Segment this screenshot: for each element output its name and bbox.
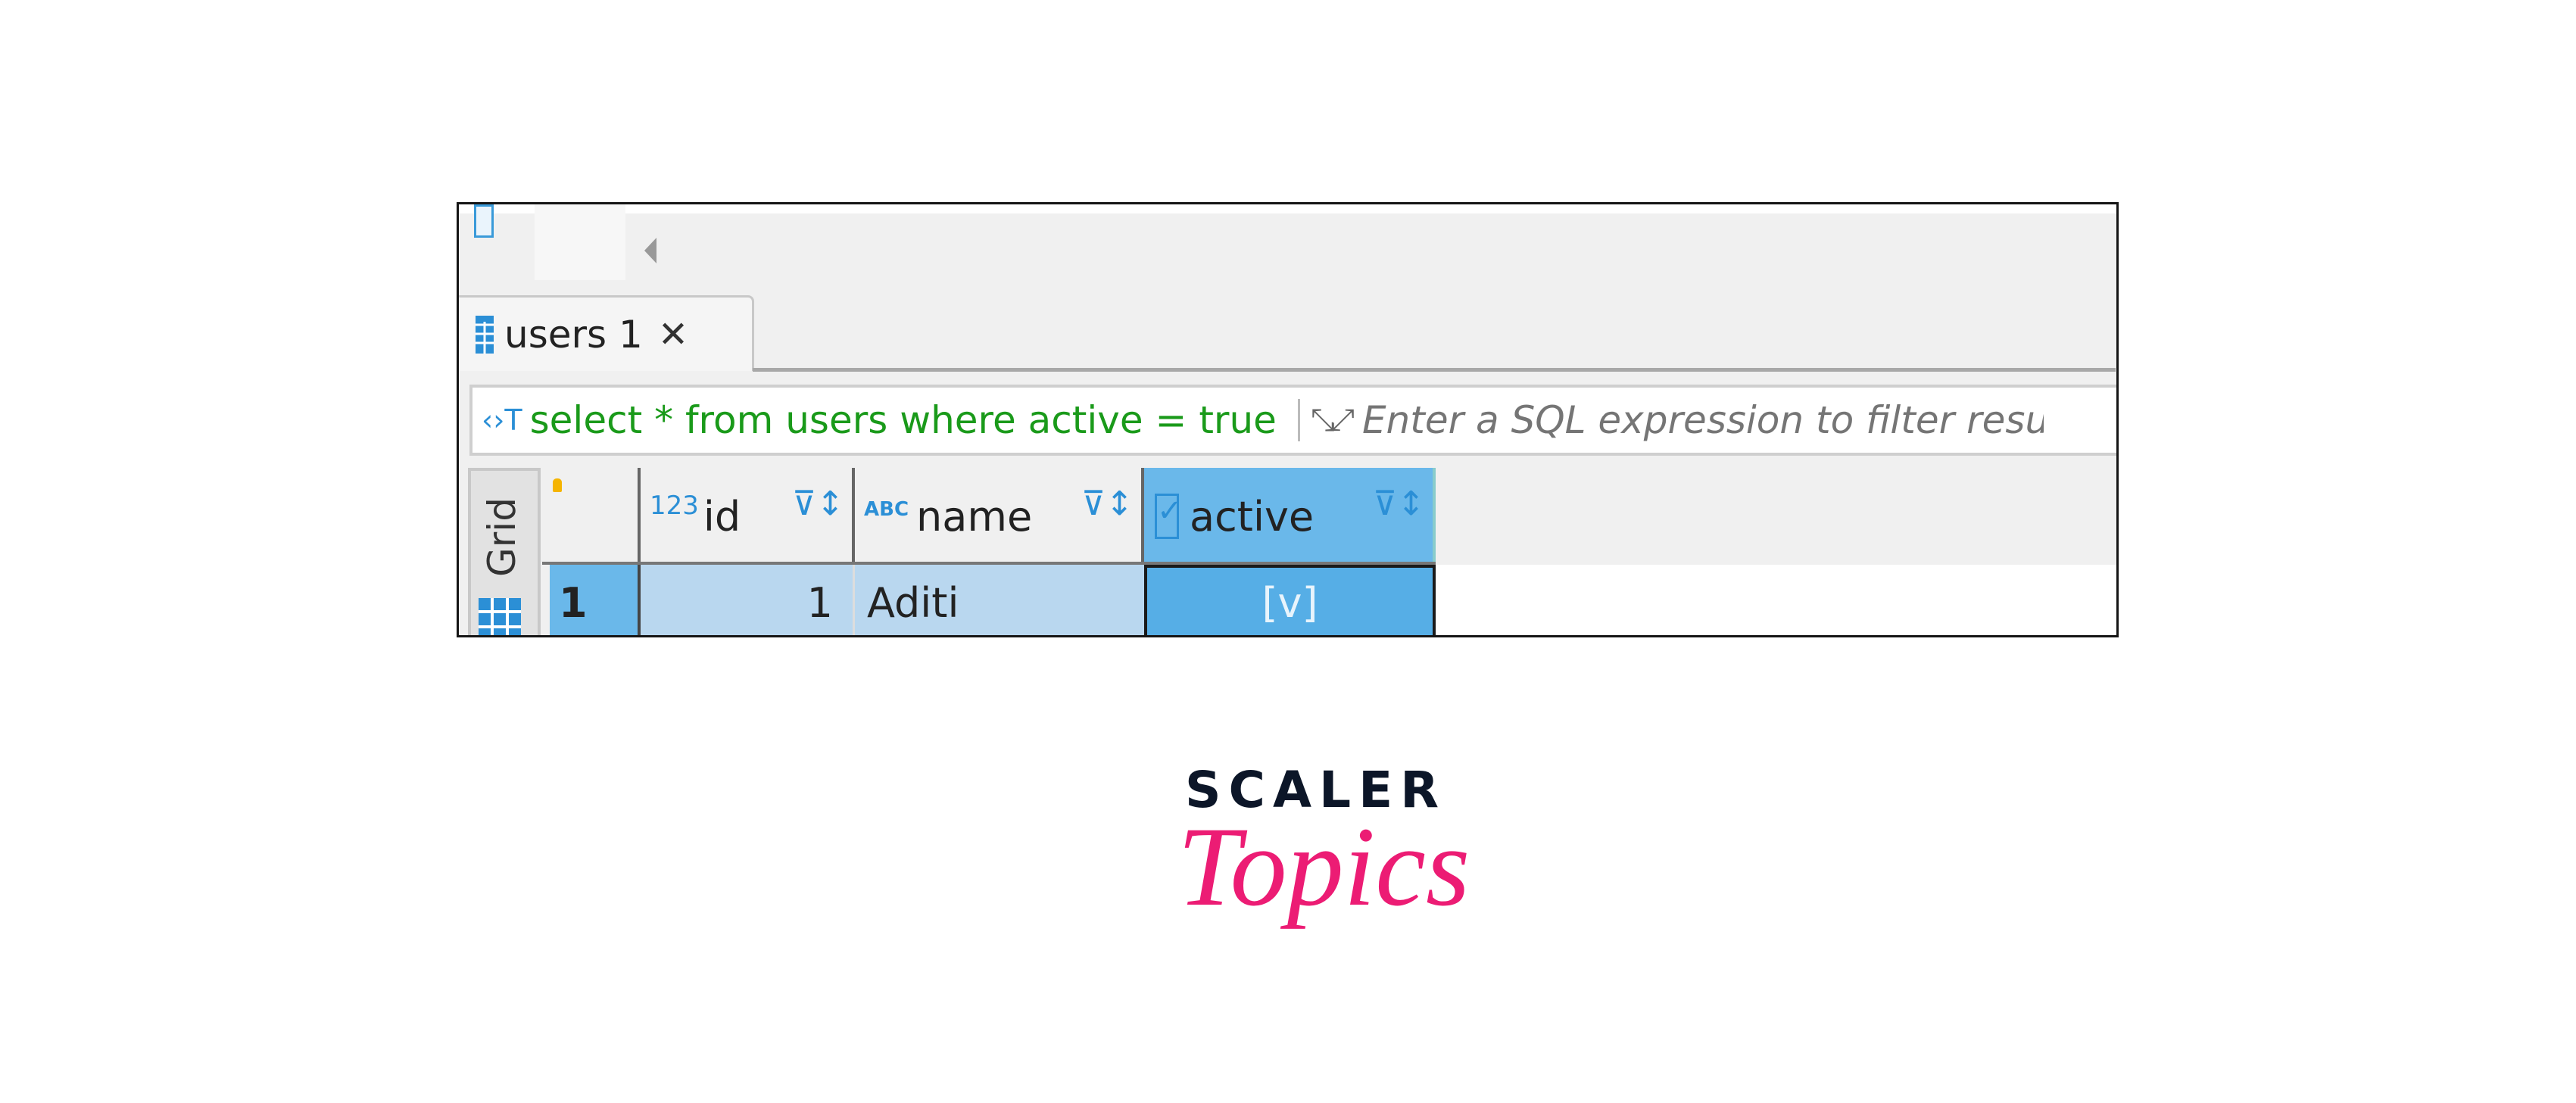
filter-sort-icon[interactable]: ⊽↕ [1081,485,1134,523]
cell-name[interactable]: Aditi [855,565,1144,635]
empty-grid-area [1436,565,2116,635]
separator [1297,399,1300,441]
numeric-type-icon: 123 [650,491,699,521]
table-icon [476,315,494,354]
cell-active[interactable]: [v] [1144,565,1436,635]
variables-icon[interactable] [474,204,494,238]
row-number-header [542,468,641,565]
tab-label: users 1 [504,312,643,357]
tab-divider [753,368,2116,372]
close-icon[interactable]: ✕ [658,313,688,356]
cell-value: [v] [1261,578,1318,627]
cell-value: Aditi [867,578,959,627]
column-label: id [703,492,741,541]
lock-icon [553,478,562,492]
column-header-id[interactable]: 123 id ⊽↕ [641,468,855,565]
sql-editor-icon[interactable]: ‹›T [482,403,522,437]
toolbar-strip [459,204,2116,213]
tab-users-1[interactable]: users 1 ✕ [459,295,754,371]
scroll-left-icon[interactable] [644,238,656,263]
column-header-name[interactable]: ABC name ⊽↕ [855,468,1144,565]
topics-logo-text: Topics [1177,804,1470,930]
filter-sort-icon[interactable]: ⊽↕ [792,485,844,523]
row-number: 1 [559,578,588,627]
toolbar-blank-button[interactable] [535,204,625,280]
grid-side-tab-label: Grid [480,497,524,577]
cell-value: 1 [806,578,833,627]
sql-filter-bar[interactable]: ‹›T select * from users where active = t… [469,385,2116,456]
expand-icon[interactable]: ⤡⤢ [1311,403,1355,438]
row-number-cell[interactable]: 1 [550,565,641,635]
text-type-icon: ABC [864,498,909,521]
column-label: name [916,492,1033,541]
filter-sort-icon[interactable]: ⊽↕ [1373,485,1425,523]
cell-id[interactable]: 1 [641,565,855,635]
grid-icon [479,598,521,635]
grid-side-tab[interactable]: Grid [468,468,541,635]
dbeaver-results-panel: users 1 ✕ ‹›T select * from users where … [457,202,2119,637]
checkbox-type-icon: ✓ [1155,494,1183,539]
column-header-active[interactable]: ✓ active ⊽↕ [1144,468,1436,565]
filter-input[interactable] [1360,397,2045,443]
column-label: active [1190,492,1315,541]
query-text: select * from users where active = true [529,398,1277,442]
